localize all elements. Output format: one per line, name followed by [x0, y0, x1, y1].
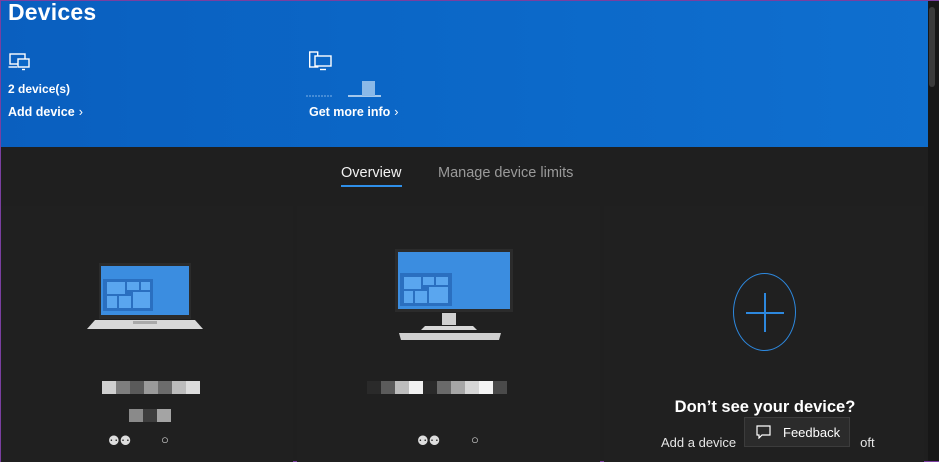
search-icon[interactable]: ○: [471, 432, 479, 447]
storage-bars: [306, 81, 381, 97]
computer-phone-icon: [309, 51, 332, 71]
tab-overview[interactable]: Overview: [341, 165, 401, 181]
scroll-thumb[interactable]: [929, 7, 935, 87]
device-count: 2 device(s): [8, 82, 71, 96]
get-more-info-link[interactable]: Get more info ›: [309, 105, 398, 119]
plus-icon[interactable]: [733, 273, 796, 351]
devices-summary: 2 device(s) Add device ›: [8, 51, 83, 119]
add-device-link[interactable]: Add device ›: [8, 105, 83, 119]
info-summary: Get more info ›: [309, 51, 398, 119]
chevron-right-icon: ›: [394, 105, 399, 119]
devices-icon: [8, 53, 30, 71]
feedback-button[interactable]: Feedback: [744, 417, 850, 447]
device-model-redacted: [129, 409, 171, 422]
desktop-icon: [395, 249, 513, 340]
users-icon[interactable]: ⚉⚉: [108, 433, 131, 449]
tab-bar: Overview Manage device limits: [1, 147, 928, 195]
feedback-icon: [756, 425, 771, 439]
get-more-info-label: Get more info: [309, 105, 391, 119]
page-title: Devices: [8, 0, 97, 25]
chevron-right-icon: ›: [78, 105, 83, 119]
device-name-redacted: [102, 381, 200, 394]
laptop-icon: [87, 263, 203, 329]
users-icon[interactable]: ⚉⚉: [417, 433, 440, 449]
device-card[interactable]: ⚉⚉ ○: [297, 206, 600, 462]
add-device-label: Add device: [8, 105, 75, 119]
header-banner: Devices 2 device(s) Add device › Get more…: [1, 0, 928, 147]
feedback-label: Feedback: [783, 424, 841, 440]
search-icon[interactable]: ○: [161, 432, 169, 447]
tab-manage-device-limits[interactable]: Manage device limits: [438, 165, 573, 181]
active-tab-indicator: [341, 185, 402, 187]
device-card[interactable]: ⚉⚉ ○: [1, 206, 293, 462]
cta-title: Don’t see your device?: [674, 398, 856, 416]
device-name-redacted: [367, 381, 507, 394]
